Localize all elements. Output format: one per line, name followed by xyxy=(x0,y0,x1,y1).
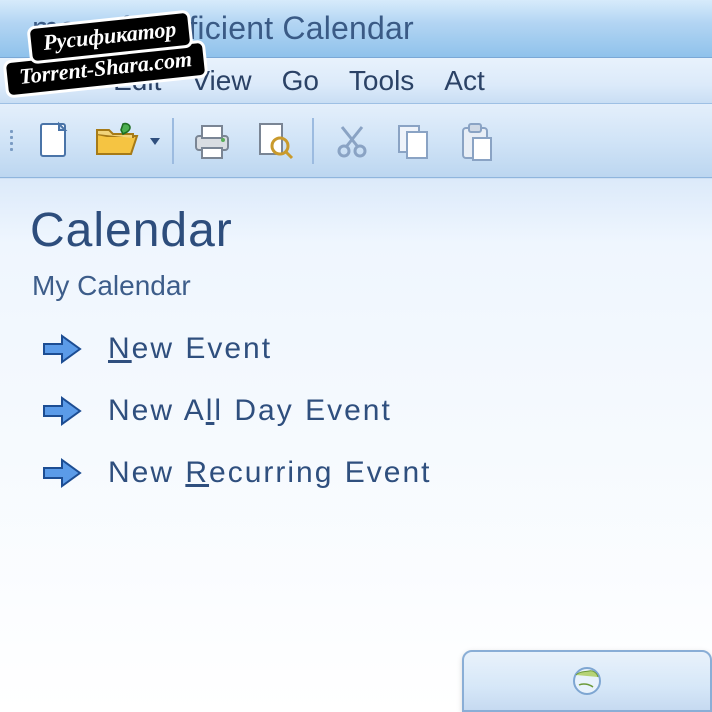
window-title: mo.ecf - Efficient Calendar xyxy=(32,10,414,47)
action-label: New Event xyxy=(108,332,272,366)
action-label: New Recurring Event xyxy=(108,456,431,490)
toolbar-sep-1 xyxy=(172,118,174,164)
app-window: mo.ecf - Efficient Calendar File Edit Vi… xyxy=(0,0,712,712)
print-preview-button[interactable] xyxy=(244,112,304,170)
paste-button[interactable] xyxy=(446,112,506,170)
cut-icon xyxy=(332,121,372,161)
print-preview-icon xyxy=(252,120,296,162)
toolbar xyxy=(0,104,712,178)
menubar: File Edit View Go Tools Act xyxy=(0,58,712,104)
action-list: New Event New All Day Event New Recurrin… xyxy=(42,332,682,490)
paste-icon xyxy=(455,120,497,162)
arrow-right-icon xyxy=(42,394,82,428)
left-panel: Calendar My Calendar New Event New All D… xyxy=(0,178,712,712)
arrow-right-icon xyxy=(42,456,82,490)
action-label: New All Day Event xyxy=(108,394,392,428)
toolbar-grip[interactable] xyxy=(6,127,16,155)
new-doc-icon xyxy=(33,120,75,162)
new-doc-button[interactable] xyxy=(24,112,84,170)
caret-down-icon xyxy=(148,134,162,148)
popup-preview xyxy=(462,650,712,712)
panel-title: Calendar xyxy=(30,203,682,258)
print-button[interactable] xyxy=(182,112,242,170)
copy-button[interactable] xyxy=(384,112,444,170)
open-folder-dropdown[interactable] xyxy=(146,112,164,170)
toolbar-sep-2 xyxy=(312,118,314,164)
print-icon xyxy=(190,120,234,162)
menu-tools[interactable]: Tools xyxy=(335,63,428,99)
copy-icon xyxy=(393,120,435,162)
action-new-event[interactable]: New Event xyxy=(42,332,682,366)
arrow-right-icon xyxy=(42,332,82,366)
globe-icon xyxy=(567,663,607,699)
menu-go[interactable]: Go xyxy=(268,63,333,99)
open-folder-button[interactable] xyxy=(86,112,146,170)
action-new-allday-event[interactable]: New All Day Event xyxy=(42,394,682,428)
menu-edit[interactable]: Edit xyxy=(99,63,175,99)
panel-subtitle: My Calendar xyxy=(32,270,682,302)
menubar-grip[interactable] xyxy=(6,67,16,95)
open-folder-icon xyxy=(93,120,139,162)
cut-button[interactable] xyxy=(322,112,382,170)
action-new-recurring-event[interactable]: New Recurring Event xyxy=(42,456,682,490)
titlebar: mo.ecf - Efficient Calendar xyxy=(0,0,712,58)
menu-view[interactable]: View xyxy=(177,63,265,99)
menu-actions[interactable]: Act xyxy=(430,63,498,99)
menu-file[interactable]: File xyxy=(24,63,97,99)
